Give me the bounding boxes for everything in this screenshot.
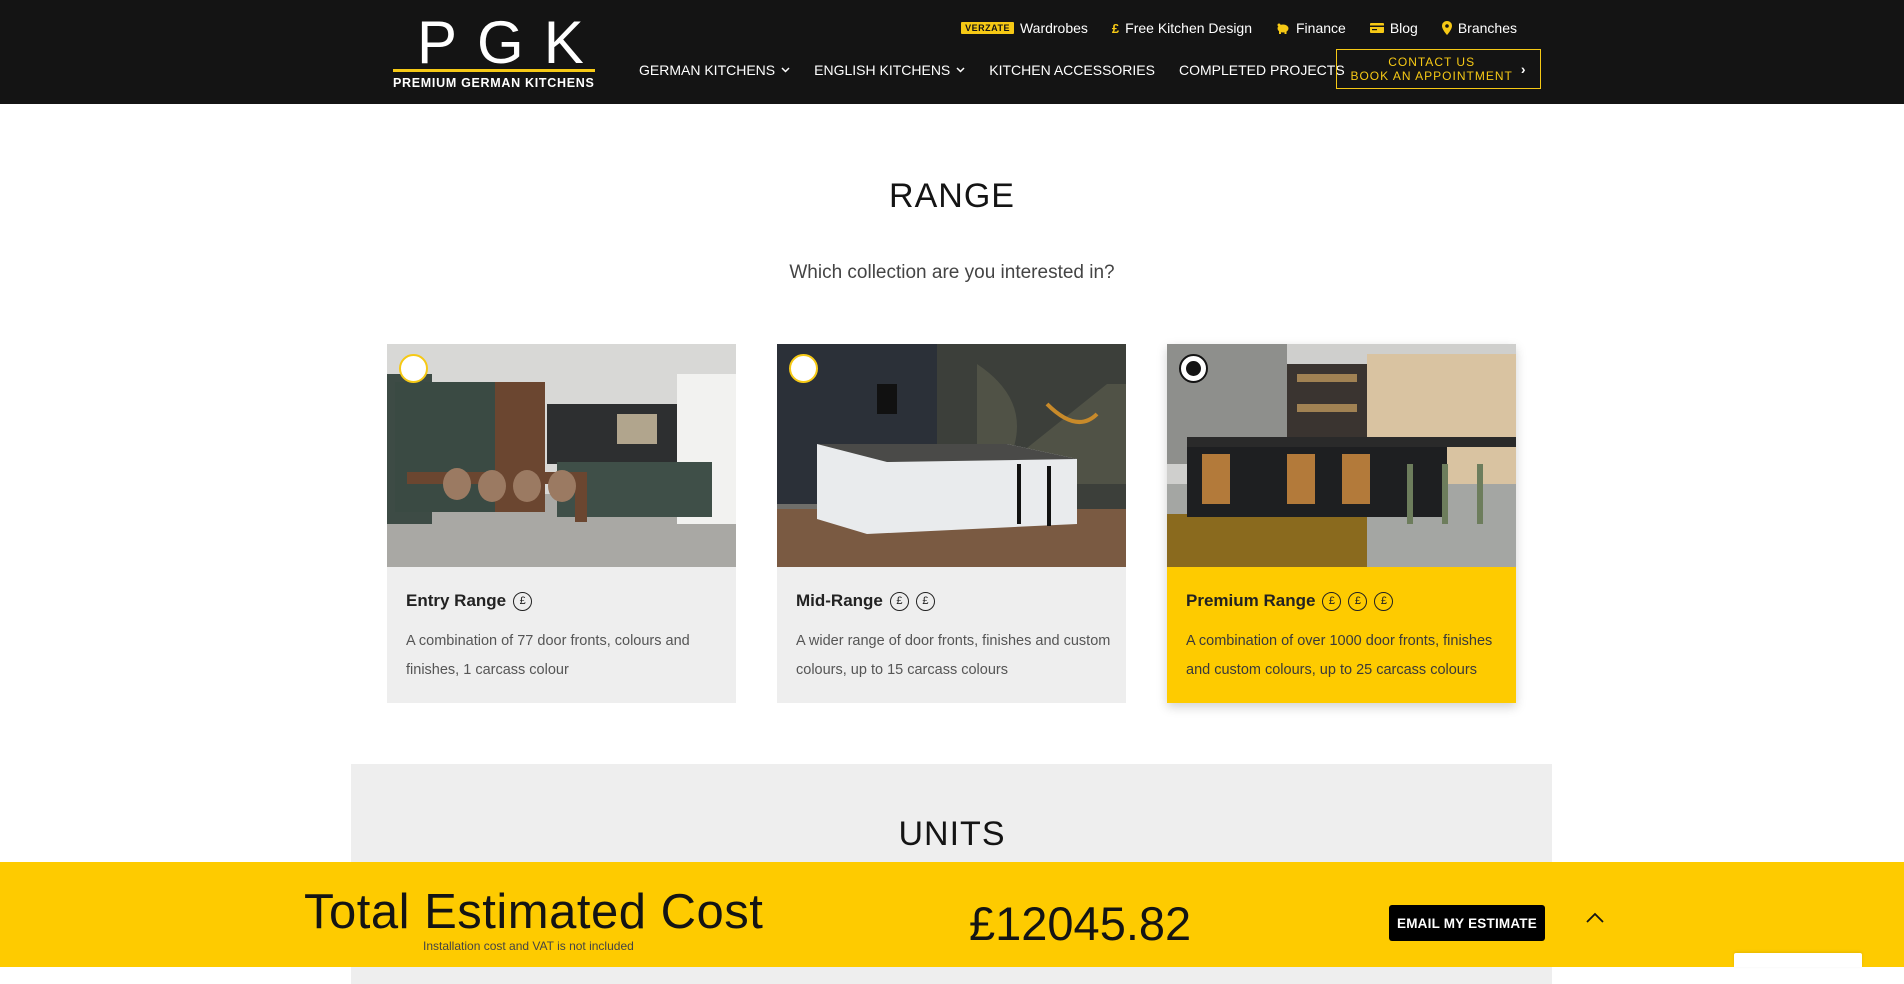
- nav-kitchen-accessories[interactable]: KITCHEN ACCESSORIES: [989, 62, 1155, 78]
- nav-english-kitchens[interactable]: ENGLISH KITCHENS: [814, 62, 965, 78]
- topnav-free-design-label: Free Kitchen Design: [1125, 20, 1252, 36]
- premium-range-title: Premium Range £ £ £: [1186, 591, 1394, 611]
- nav-completed-projects[interactable]: COMPLETED PROJECTS: [1179, 62, 1345, 78]
- premium-range-image: [1167, 344, 1516, 567]
- card-icon: [1369, 23, 1384, 33]
- contact-text: CONTACT US BOOK AN APPOINTMENT: [1350, 55, 1512, 83]
- units-heading: UNITS: [898, 815, 1006, 853]
- topnav-wardrobes[interactable]: VERZATE Wardrobes: [961, 20, 1088, 36]
- pound-icon: £: [915, 591, 935, 611]
- piggy-bank-icon: [1276, 22, 1290, 34]
- topnav-branches-label: Branches: [1457, 20, 1517, 36]
- estimate-bar: Total Estimated Cost Installation cost a…: [0, 862, 1904, 967]
- site-header: PGK PREMIUM GERMAN KITCHENS VERZATE Ward…: [0, 0, 1904, 104]
- chevron-down-icon: [781, 65, 790, 76]
- chevron-up-icon[interactable]: [1583, 906, 1607, 930]
- topnav-free-kitchen-design[interactable]: £ Free Kitchen Design: [1112, 20, 1252, 36]
- topnav-blog-label: Blog: [1389, 20, 1418, 36]
- total-cost-value: £12045.82: [969, 897, 1192, 950]
- pgk-logo[interactable]: PGK PREMIUM GERMAN KITCHENS: [393, 13, 597, 90]
- total-estimated-cost-label: Total Estimated Cost: [304, 885, 764, 939]
- nav-german-kitchens[interactable]: GERMAN KITCHENS: [639, 62, 790, 78]
- map-pin-icon: [1441, 21, 1452, 35]
- range-card-mid[interactable]: Mid-Range £ £ A wider range of door fron…: [777, 344, 1126, 703]
- range-radio-entry[interactable]: [399, 354, 428, 383]
- premium-range-desc: A combination of over 1000 door fronts, …: [1186, 633, 1493, 678]
- topnav-branches[interactable]: Branches: [1441, 20, 1517, 36]
- mid-range-title: Mid-Range £ £: [796, 591, 935, 611]
- pound-icon: £: [1374, 591, 1394, 611]
- pound-icon: £: [1322, 591, 1342, 611]
- topnav-wardrobes-label: Wardrobes: [1019, 20, 1088, 36]
- range-subtitle: Which collection are you interested in?: [789, 262, 1115, 283]
- chevron-down-icon: [956, 65, 965, 76]
- pound-icon: £: [1111, 20, 1120, 36]
- nav-english-kitchens-label: ENGLISH KITCHENS: [814, 62, 951, 78]
- pound-icon: £: [513, 591, 533, 611]
- feedback-tab[interactable]: [1734, 953, 1862, 967]
- premium-range-label: Premium Range: [1186, 591, 1316, 610]
- email-my-estimate-button[interactable]: EMAIL MY ESTIMATE: [1389, 905, 1545, 941]
- logo-letters: PGK: [417, 9, 604, 76]
- topnav-finance[interactable]: Finance: [1276, 20, 1346, 36]
- mid-range-desc: A wider range of door fronts, finishes a…: [796, 633, 1111, 678]
- entry-range-title: Entry Range £: [406, 591, 533, 611]
- contact-line2: BOOK AN APPOINTMENT: [1350, 69, 1513, 83]
- nav-german-kitchens-label: GERMAN KITCHENS: [639, 62, 776, 78]
- contact-line1: CONTACT US: [1388, 55, 1476, 69]
- cost-note: Installation cost and VAT is not include…: [423, 939, 634, 953]
- entry-range-image: [387, 344, 736, 567]
- mid-range-label: Mid-Range: [796, 591, 883, 610]
- verzate-badge: VERZATE: [961, 22, 1014, 34]
- topnav-blog[interactable]: Blog: [1369, 20, 1418, 36]
- range-heading: RANGE: [889, 177, 1015, 215]
- topnav-finance-label: Finance: [1296, 20, 1346, 36]
- top-nav: VERZATE Wardrobes £ Free Kitchen Design …: [961, 20, 1517, 36]
- logo-subtitle: PREMIUM GERMAN KITCHENS: [393, 76, 595, 90]
- pound-icon: £: [889, 591, 909, 611]
- range-radio-mid[interactable]: [789, 354, 818, 383]
- range-radio-premium[interactable]: [1179, 354, 1208, 383]
- range-card-premium[interactable]: Premium Range £ £ £ A combination of ove…: [1167, 344, 1516, 703]
- contact-us-button[interactable]: CONTACT US BOOK AN APPOINTMENT ›: [1336, 49, 1541, 89]
- entry-range-label: Entry Range: [406, 591, 507, 610]
- range-cards: Entry Range £ A combination of 77 door f…: [387, 344, 1517, 703]
- main-nav: GERMAN KITCHENS ENGLISH KITCHENS KITCHEN…: [639, 60, 1345, 80]
- range-card-entry[interactable]: Entry Range £ A combination of 77 door f…: [387, 344, 736, 703]
- logo-underline: [393, 69, 595, 72]
- chevron-right-icon: ›: [1520, 61, 1527, 77]
- entry-range-desc: A combination of 77 door fronts, colours…: [406, 633, 690, 678]
- pound-icon: £: [1348, 591, 1368, 611]
- mid-range-image: [777, 344, 1126, 567]
